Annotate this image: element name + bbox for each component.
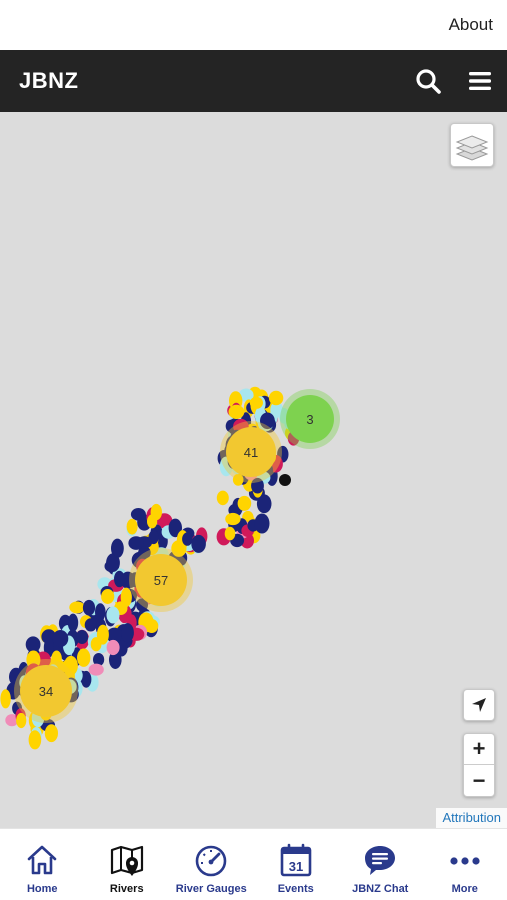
map-view[interactable]: 41 3 57 34 + − Attribution (0, 112, 507, 828)
river-marker[interactable] (106, 639, 120, 656)
gauge-icon (195, 845, 227, 877)
nav-rivers[interactable]: Rivers (85, 829, 170, 900)
hamburger-menu-icon (469, 72, 491, 90)
river-marker[interactable] (128, 536, 144, 550)
river-marker[interactable] (95, 603, 106, 621)
cluster-count: 41 (243, 444, 259, 460)
river-marker[interactable] (112, 543, 123, 557)
river-marker[interactable] (249, 396, 263, 409)
nav-events-label: Events (277, 883, 314, 895)
river-marker[interactable] (225, 512, 241, 526)
river-marker[interactable] (25, 636, 41, 653)
zoom-in-button[interactable]: + (464, 734, 494, 765)
nav-more[interactable]: More (423, 829, 507, 900)
river-marker[interactable] (279, 474, 291, 486)
more-dots-icon (450, 857, 480, 865)
locate-me-button[interactable] (463, 689, 495, 721)
location-arrow-icon (472, 698, 486, 712)
menu-button[interactable] (466, 67, 494, 95)
river-marker[interactable] (77, 648, 91, 667)
layers-icon (455, 135, 489, 161)
cluster-count: 3 (306, 411, 314, 427)
search-icon (416, 69, 441, 94)
river-marker[interactable] (228, 404, 245, 419)
river-marker[interactable] (44, 724, 59, 743)
river-marker[interactable] (88, 663, 104, 676)
river-marker[interactable] (268, 390, 284, 406)
river-map-icon (110, 845, 143, 876)
home-icon (27, 845, 57, 875)
river-marker[interactable] (52, 630, 69, 648)
calendar-icon: 31 (280, 843, 312, 877)
river-marker[interactable] (106, 606, 120, 624)
marker-cluster[interactable]: 3 (286, 395, 334, 443)
nav-river-gauges-label: River Gauges (175, 883, 247, 895)
river-marker[interactable] (251, 477, 264, 494)
chat-bubble-icon (365, 846, 396, 875)
river-marker[interactable] (75, 630, 89, 644)
marker-cluster[interactable]: 41 (226, 427, 276, 477)
calendar-day: 31 (289, 859, 303, 874)
river-marker[interactable] (96, 624, 109, 645)
attribution-link[interactable]: Attribution (436, 808, 507, 828)
search-button[interactable] (414, 67, 442, 95)
about-link[interactable]: About (449, 15, 493, 35)
river-marker[interactable] (69, 601, 85, 614)
app-header: JBNZ (0, 50, 507, 112)
cluster-count: 57 (153, 572, 169, 588)
river-marker[interactable] (0, 689, 11, 709)
nav-home-label: Home (26, 883, 58, 895)
zoom-control: + − (463, 733, 495, 797)
river-marker[interactable] (84, 618, 97, 632)
nav-jbnz-chat-label: JBNZ Chat (352, 883, 409, 895)
zoom-out-button[interactable]: − (464, 765, 494, 796)
nav-river-gauges[interactable]: River Gauges (169, 829, 254, 900)
river-marker[interactable] (254, 513, 270, 534)
river-marker[interactable] (191, 534, 206, 553)
river-marker[interactable] (147, 514, 158, 529)
top-strip: About (0, 0, 507, 50)
river-marker[interactable] (237, 495, 252, 511)
nav-events[interactable]: 31 Events (254, 829, 339, 900)
layers-button[interactable] (450, 123, 494, 167)
river-marker[interactable] (82, 599, 96, 616)
river-marker[interactable] (63, 655, 78, 676)
river-marker[interactable] (126, 518, 138, 535)
marker-cluster[interactable]: 34 (20, 665, 72, 717)
nav-more-label: More (451, 883, 478, 895)
river-marker[interactable] (260, 412, 275, 430)
marker-cluster[interactable]: 57 (135, 554, 187, 606)
river-marker[interactable] (51, 650, 62, 667)
river-marker[interactable] (28, 730, 42, 750)
river-marker[interactable] (101, 589, 115, 604)
app-title: JBNZ (19, 68, 79, 93)
river-marker[interactable] (121, 623, 134, 643)
river-marker[interactable] (224, 526, 236, 541)
river-marker[interactable] (216, 490, 229, 506)
river-marker[interactable] (67, 613, 79, 632)
bottom-nav: Home Rivers River Gauges 31 Events JBNZ … (0, 828, 507, 900)
cluster-count: 34 (38, 683, 54, 699)
nav-jbnz-chat[interactable]: JBNZ Chat (338, 829, 423, 900)
nav-rivers-label: Rivers (109, 883, 144, 895)
river-marker[interactable] (16, 712, 27, 729)
river-marker[interactable] (182, 532, 193, 546)
nav-home[interactable]: Home (0, 829, 85, 900)
